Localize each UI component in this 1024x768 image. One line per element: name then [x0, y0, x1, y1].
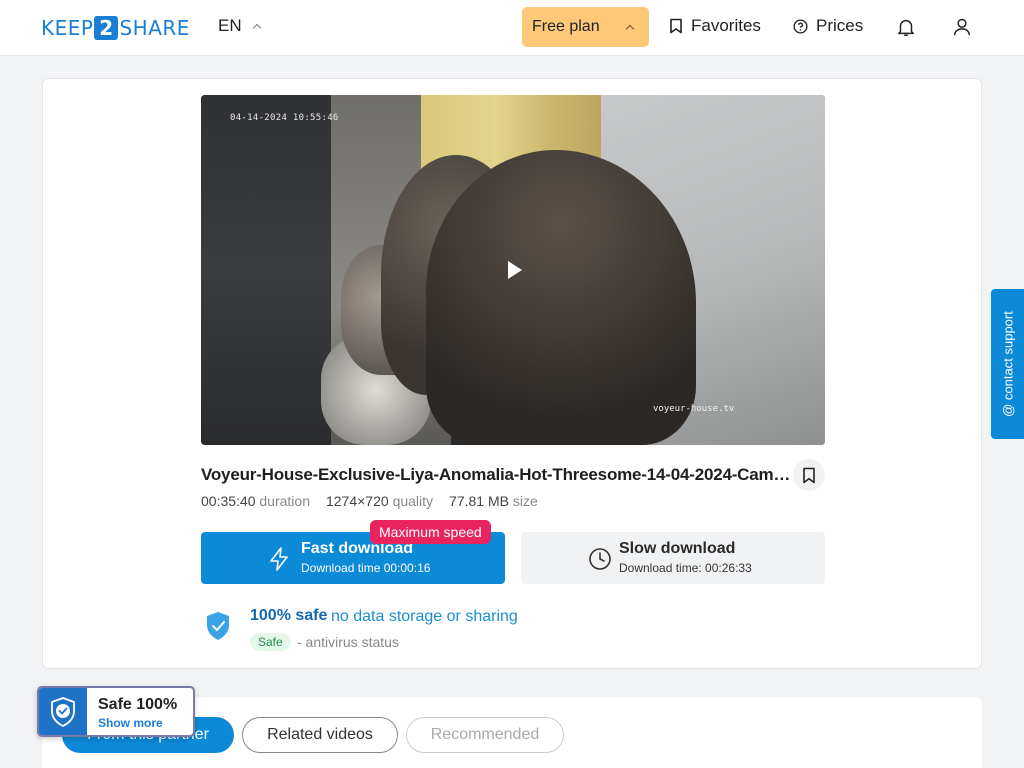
file-title-row: Voyeur-House-Exclusive-Liya-Anomalia-Hot… [201, 459, 825, 491]
contact-support-label: @ contact support [1000, 311, 1015, 417]
slow-download-title: Slow download [619, 540, 736, 557]
bell-icon [897, 19, 915, 36]
safe-100-badge[interactable]: Safe 100% Show more [37, 686, 195, 737]
plan-label: Free plan [532, 18, 600, 35]
chevron-up-icon [625, 24, 635, 34]
safe-badge-title: Safe 100% [98, 696, 178, 713]
maximum-speed-badge: Maximum speed [370, 520, 491, 544]
video-timestamp: 04-14-2024 10:55:46 [230, 113, 339, 123]
duration-label: duration [259, 493, 310, 509]
chevron-up-icon [252, 23, 261, 33]
contact-support-tab[interactable]: @ contact support [991, 289, 1024, 439]
logo-text-right: SHARE [119, 16, 190, 40]
slow-download-button[interactable]: Slow download Download time: 00:26:33 [521, 532, 825, 584]
size-label: size [512, 493, 538, 509]
tab-recommended[interactable]: Recommended [406, 717, 564, 753]
language-selector[interactable]: EN [218, 16, 261, 36]
clock-icon [589, 548, 611, 570]
logo-text-mid: 2 [94, 16, 119, 40]
prices-label: Prices [816, 16, 864, 35]
keep2share-logo[interactable]: KEEP 2 SHARE [41, 16, 190, 40]
shield-check-icon [207, 612, 229, 640]
play-icon[interactable] [508, 261, 522, 279]
language-label: EN [218, 16, 242, 35]
tab-label: Related videos [267, 726, 373, 743]
antivirus-status-label: - antivirus status [297, 634, 399, 650]
prices-link[interactable]: Prices [793, 16, 863, 36]
account-button[interactable] [949, 14, 975, 40]
size-value: 77.81 MB [449, 493, 509, 509]
user-icon [953, 18, 971, 36]
notifications-button[interactable] [893, 14, 919, 40]
video-watermark: voyeur-house.tv [653, 404, 735, 414]
favorites-label: Favorites [691, 16, 761, 35]
meta-size: 77.81 MB size [449, 493, 538, 509]
antivirus-status-chip: Safe [250, 633, 291, 651]
file-title: Voyeur-House-Exclusive-Liya-Anomalia-Hot… [201, 465, 791, 484]
file-card: 04-14-2024 10:55:46 voyeur-house.tv Voye… [42, 78, 982, 669]
fast-download-time: Download time 00:00:16 [301, 561, 431, 575]
file-meta: 00:35:40 duration 1274×720 quality 77.81… [201, 493, 538, 509]
duration-value: 00:35:40 [201, 493, 256, 509]
shield-check-icon [51, 696, 75, 727]
meta-duration: 00:35:40 duration [201, 493, 310, 509]
favorites-link[interactable]: Favorites [669, 16, 761, 36]
meta-quality: 1274×720 quality [326, 493, 433, 509]
safe-badge-icon-area [39, 688, 87, 735]
lightning-icon [270, 547, 288, 571]
tab-related-videos[interactable]: Related videos [242, 717, 398, 753]
quality-label: quality [392, 493, 434, 509]
logo-text-left: KEEP [41, 16, 94, 40]
plan-dropdown-button[interactable]: Free plan [522, 7, 649, 47]
add-to-favorites-button[interactable] [793, 459, 825, 491]
bookmark-icon [803, 467, 815, 483]
safety-info: 100% safe no data storage or sharing Saf… [201, 607, 701, 657]
top-header: KEEP 2 SHARE EN Free plan Favorites Pric… [0, 0, 1024, 56]
video-preview[interactable]: 04-14-2024 10:55:46 voyeur-house.tv [201, 95, 825, 445]
help-circle-icon [793, 18, 808, 34]
quality-value: 1274×720 [325, 493, 389, 509]
slow-download-time: Download time: 00:26:33 [619, 561, 752, 575]
safe-description: no data storage or sharing [331, 608, 518, 625]
safe-badge-show-more-link[interactable]: Show more [98, 716, 163, 730]
tab-label: Recommended [430, 726, 540, 743]
bookmark-icon [670, 18, 682, 34]
safe-headline: 100% safe [250, 607, 328, 624]
